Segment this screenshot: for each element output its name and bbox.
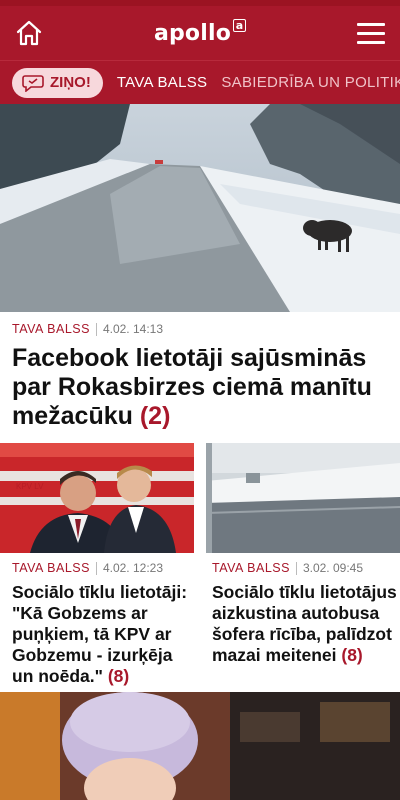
meta-divider [95, 561, 97, 575]
article-grid: KPV LV TAVA BALSS 4.02. 12:23 Sociālo tī… [0, 443, 400, 687]
comment-count[interactable]: (2) [140, 402, 171, 430]
kpv-sign-text: KPV LV [16, 482, 44, 491]
home-icon [16, 20, 42, 46]
article-time: 4.02. 12:23 [102, 561, 164, 575]
article-title-text: Facebook lietotāji sajūsminās par Rokasb… [12, 344, 372, 430]
apollo-logo[interactable]: apollo a [153, 18, 247, 46]
article-category[interactable]: TAVA BALSS [212, 561, 290, 575]
article-meta: TAVA BALSS 3.02. 09:45 [212, 561, 400, 575]
article-card[interactable]: TAVA BALSS 3.02. 09:45 Sociālo tīklu lie… [206, 443, 400, 687]
article-thumbnail [206, 443, 400, 553]
article-title-text: Sociālo tīklu lietotājus aizkustina auto… [212, 582, 397, 665]
home-button[interactable] [12, 16, 46, 50]
meta-divider [295, 561, 297, 575]
article-category[interactable]: TAVA BALSS [12, 561, 90, 575]
article-meta: TAVA BALSS 4.02. 12:23 [12, 561, 194, 575]
article-title-text: Sociālo tīklu lietotāji: "Kā Gobzems ar … [12, 582, 188, 686]
meta-divider [95, 322, 97, 336]
article-card[interactable]: KPV LV TAVA BALSS 4.02. 12:23 Sociālo tī… [0, 443, 194, 687]
article-title[interactable]: Sociālo tīklu lietotāji: "Kā Gobzems ar … [12, 582, 194, 687]
article-title[interactable]: Sociālo tīklu lietotājus aizkustina auto… [212, 582, 400, 666]
zino-button[interactable]: ZIŅO! [12, 67, 103, 98]
logo-text: apollo [153, 20, 232, 46]
article-meta: TAVA BALSS 4.02. 14:13 [12, 322, 388, 336]
chat-bubble-icon [22, 74, 44, 92]
comment-count[interactable]: (8) [108, 666, 129, 686]
tab-sabiedriba-un-politika[interactable]: SABIEDRĪBA UN POLITIKA [221, 74, 400, 91]
logo-badge: a [233, 18, 247, 32]
article-title[interactable]: Facebook lietotāji sajūsminās par Rokasb… [12, 344, 388, 431]
menu-button[interactable] [354, 16, 388, 50]
comment-count[interactable]: (8) [341, 645, 362, 665]
tab-tava-balss[interactable]: TAVA BALSS [117, 74, 208, 91]
article-time: 3.02. 09:45 [302, 561, 364, 575]
zino-label: ZIŅO! [50, 74, 91, 91]
hamburger-menu-icon [356, 22, 385, 26]
article-thumbnail: KPV LV [0, 443, 194, 553]
category-tabs: ZIŅO! TAVA BALSS SABIEDRĪBA UN POLITIKA [0, 60, 400, 104]
article-time: 4.02. 14:13 [102, 322, 164, 336]
app-header: apollo a [0, 6, 400, 60]
article-category[interactable]: TAVA BALSS [12, 322, 90, 336]
next-article-image[interactable] [0, 692, 400, 800]
featured-image [0, 104, 400, 312]
featured-article[interactable]: TAVA BALSS 4.02. 14:13 Facebook lietotāj… [0, 104, 400, 443]
